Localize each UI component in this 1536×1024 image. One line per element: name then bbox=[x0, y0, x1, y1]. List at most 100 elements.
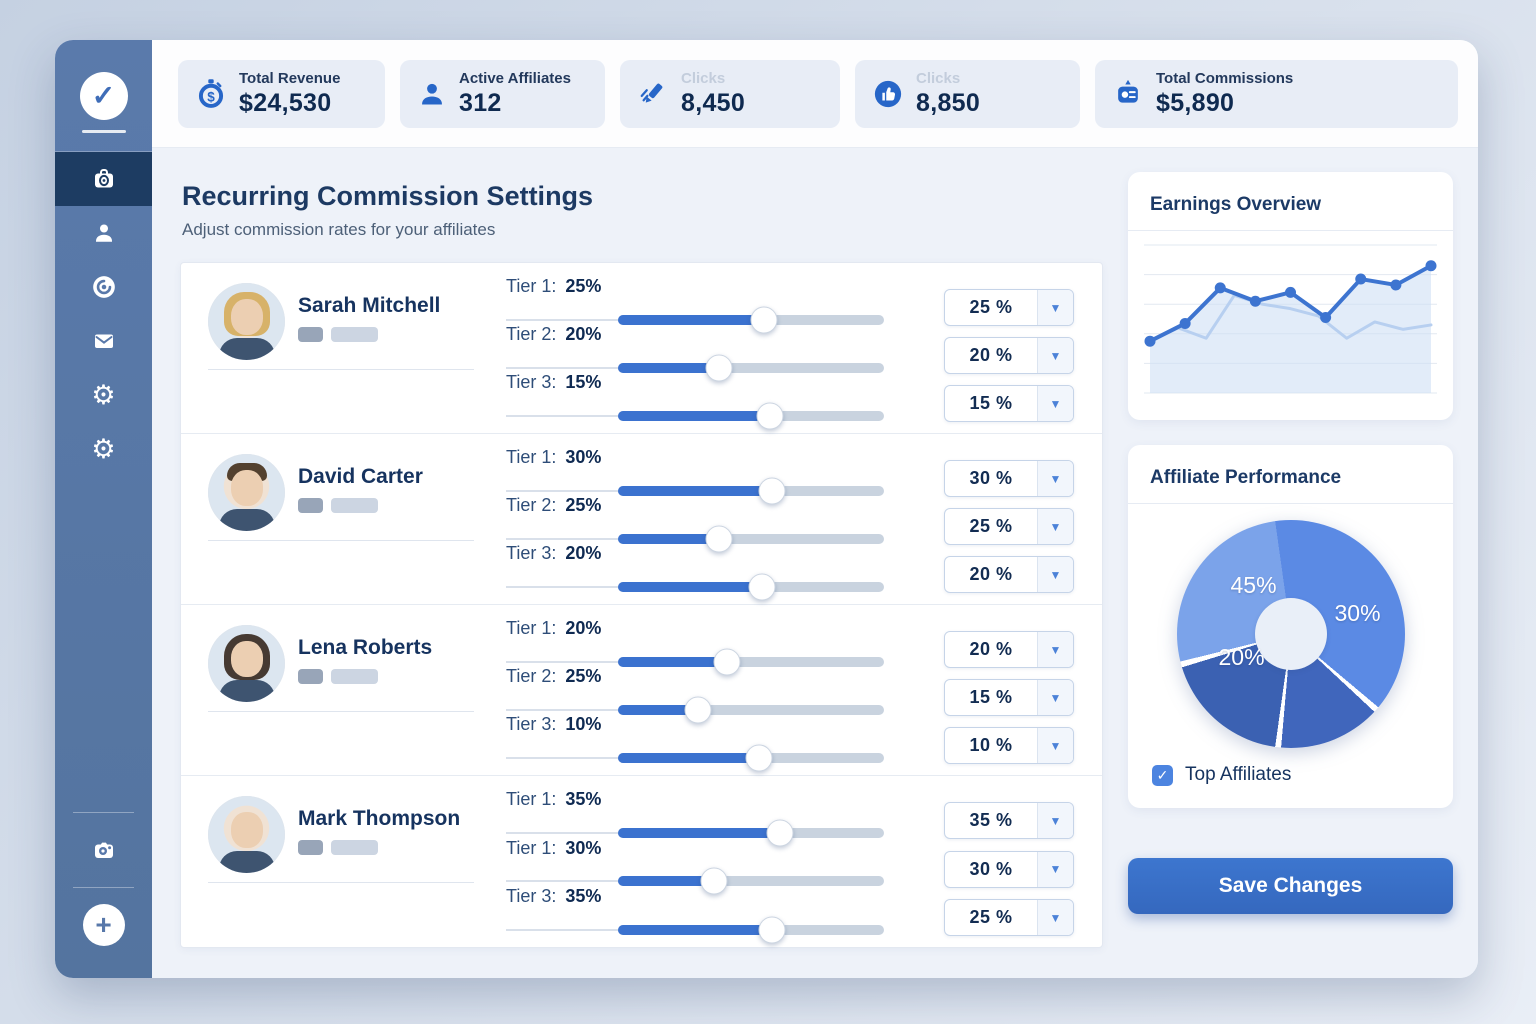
sidebar-item-messages[interactable] bbox=[55, 314, 152, 368]
tier-value: 20% bbox=[565, 543, 601, 563]
slider-fill bbox=[618, 363, 719, 373]
tier-label: Tier 1: 25% bbox=[506, 276, 601, 297]
slider-track[interactable] bbox=[618, 828, 884, 838]
camera-icon bbox=[91, 838, 117, 862]
dropdown-arrow-box[interactable]: ▼ bbox=[1037, 290, 1073, 325]
affiliate-name: Mark Thompson bbox=[298, 807, 460, 831]
check-icon: ✓ bbox=[80, 72, 128, 120]
slider-track[interactable] bbox=[618, 753, 884, 763]
slider-lead-line bbox=[506, 661, 618, 663]
tier-label: Tier 2:25% bbox=[506, 666, 601, 687]
performance-pie-chart: 45% 30% 20% bbox=[1177, 520, 1405, 748]
tier-slider[interactable] bbox=[506, 916, 884, 943]
slider-fill bbox=[618, 828, 780, 838]
dropdown-arrow-box[interactable]: ▼ bbox=[1037, 461, 1073, 496]
affiliate-row: Sarah Mitchell Tier 1: 25% 25 % ▼ bbox=[181, 263, 1102, 434]
dropdown-arrow-box[interactable]: ▼ bbox=[1037, 557, 1073, 592]
dropdown-arrow-box[interactable]: ▼ bbox=[1037, 632, 1073, 667]
slider-track[interactable] bbox=[618, 705, 884, 715]
slider-track[interactable] bbox=[618, 363, 884, 373]
tier-dropdown[interactable]: 15 % ▼ bbox=[944, 679, 1074, 716]
tier-dropdown[interactable]: 35 % ▼ bbox=[944, 802, 1074, 839]
slider-track[interactable] bbox=[618, 486, 884, 496]
sidebar-item-settings[interactable]: ⚙ bbox=[55, 368, 152, 422]
slider-track[interactable] bbox=[618, 534, 884, 544]
tier-label: Tier 1:20% bbox=[506, 618, 601, 639]
tier-row: Tier 2:25% 15 % ▼ bbox=[506, 666, 1102, 714]
tier-slider[interactable] bbox=[506, 744, 884, 771]
slider-thumb[interactable] bbox=[748, 573, 775, 600]
divider bbox=[73, 812, 134, 813]
slider-track[interactable] bbox=[618, 876, 884, 886]
slider-track[interactable] bbox=[618, 925, 884, 935]
sidebar-item-media[interactable] bbox=[55, 823, 152, 877]
sidebar-item-commissions[interactable] bbox=[55, 152, 152, 206]
sidebar-item-preferences[interactable]: ⚙ bbox=[55, 422, 152, 476]
avatar bbox=[208, 796, 285, 873]
app-window: ✓ bbox=[55, 40, 1478, 978]
slider-track[interactable] bbox=[618, 657, 884, 667]
tier-dropdown[interactable]: 15 % ▼ bbox=[944, 385, 1074, 422]
tier-slider[interactable] bbox=[506, 402, 884, 429]
slider-thumb[interactable] bbox=[745, 744, 772, 771]
dropdown-arrow-box[interactable]: ▼ bbox=[1037, 338, 1073, 373]
dropdown-arrow-box[interactable]: ▼ bbox=[1037, 728, 1073, 763]
stat-label: Total Revenue bbox=[239, 70, 340, 87]
tier-value: 25% bbox=[565, 666, 601, 686]
slider-thumb[interactable] bbox=[756, 402, 783, 429]
sidebar-item-add[interactable]: + bbox=[55, 898, 152, 952]
affiliate-name: Sarah Mitchell bbox=[298, 294, 440, 318]
tier-dropdown[interactable]: 10 % ▼ bbox=[944, 727, 1074, 764]
tier-row: Tier 1:35% 35 % ▼ bbox=[506, 789, 1102, 837]
dropdown-arrow-box[interactable]: ▼ bbox=[1037, 803, 1073, 838]
avatar bbox=[208, 283, 285, 360]
dropdown-arrow-box[interactable]: ▼ bbox=[1037, 900, 1073, 935]
tier-dropdown[interactable]: 25 % ▼ bbox=[944, 289, 1074, 326]
tier-name: Tier 1: bbox=[506, 447, 556, 467]
sidebar-item-affiliates[interactable] bbox=[55, 206, 152, 260]
tier-value: 25% bbox=[565, 276, 601, 296]
sidebar-item-network[interactable] bbox=[55, 260, 152, 314]
top-affiliates-checkbox-row[interactable]: ✓ Top Affiliates bbox=[1152, 764, 1291, 786]
stat-value: 8,850 bbox=[916, 89, 980, 118]
chevron-down-icon: ▼ bbox=[1050, 691, 1062, 705]
tier-dropdown[interactable]: 20 % ▼ bbox=[944, 631, 1074, 668]
tier-slider[interactable] bbox=[506, 573, 884, 600]
tier-dropdown[interactable]: 30 % ▼ bbox=[944, 851, 1074, 888]
tier-dropdown[interactable]: 30 % ▼ bbox=[944, 460, 1074, 497]
dropdown-arrow-box[interactable]: ▼ bbox=[1037, 680, 1073, 715]
slider-track[interactable] bbox=[618, 315, 884, 325]
slider-track[interactable] bbox=[618, 411, 884, 421]
tier-dropdown[interactable]: 25 % ▼ bbox=[944, 508, 1074, 545]
stats-header: $ Total Revenue $24,530 Active Affiliate… bbox=[152, 40, 1478, 148]
tier-value: 25% bbox=[565, 495, 601, 515]
save-changes-button[interactable]: Save Changes bbox=[1128, 858, 1453, 914]
tier-label: Tier 3:35% bbox=[506, 886, 601, 907]
slider-track[interactable] bbox=[618, 582, 884, 592]
slider-lead-line bbox=[506, 880, 618, 882]
tier-row: Tier 3:10% 10 % ▼ bbox=[506, 714, 1102, 762]
slider-lead-line bbox=[506, 367, 618, 369]
checkbox-checked-icon[interactable]: ✓ bbox=[1152, 765, 1173, 786]
chevron-down-icon: ▼ bbox=[1050, 814, 1062, 828]
dropdown-arrow-box[interactable]: ▼ bbox=[1037, 852, 1073, 887]
tier-label: Tier 1:35% bbox=[506, 789, 601, 810]
dropdown-arrow-box[interactable]: ▼ bbox=[1037, 386, 1073, 421]
tier-dropdown[interactable]: 20 % ▼ bbox=[944, 337, 1074, 374]
affiliate-performance-card: Affiliate Performance 45% 30% 20% ✓ Top … bbox=[1128, 445, 1453, 808]
tier-dropdown[interactable]: 25 % ▼ bbox=[944, 899, 1074, 936]
tier-dropdown[interactable]: 20 % ▼ bbox=[944, 556, 1074, 593]
tier-row: Tier 1:20% 20 % ▼ bbox=[506, 618, 1102, 666]
stat-label: Clicks bbox=[916, 70, 980, 87]
gear-icon: ⚙ bbox=[91, 436, 115, 463]
dropdown-arrow-box[interactable]: ▼ bbox=[1037, 509, 1073, 544]
checkbox-label: Top Affiliates bbox=[1185, 764, 1291, 786]
tier-row: Tier 1:30% 30 % ▼ bbox=[506, 447, 1102, 495]
chevron-down-icon: ▼ bbox=[1050, 643, 1062, 657]
divider bbox=[208, 369, 474, 370]
tier-label: Tier 1:30% bbox=[506, 447, 601, 468]
divider bbox=[208, 711, 474, 712]
slider-thumb[interactable] bbox=[759, 916, 786, 943]
tier-name: Tier 1: bbox=[506, 276, 556, 296]
tier-label: Tier 3:10% bbox=[506, 714, 601, 735]
